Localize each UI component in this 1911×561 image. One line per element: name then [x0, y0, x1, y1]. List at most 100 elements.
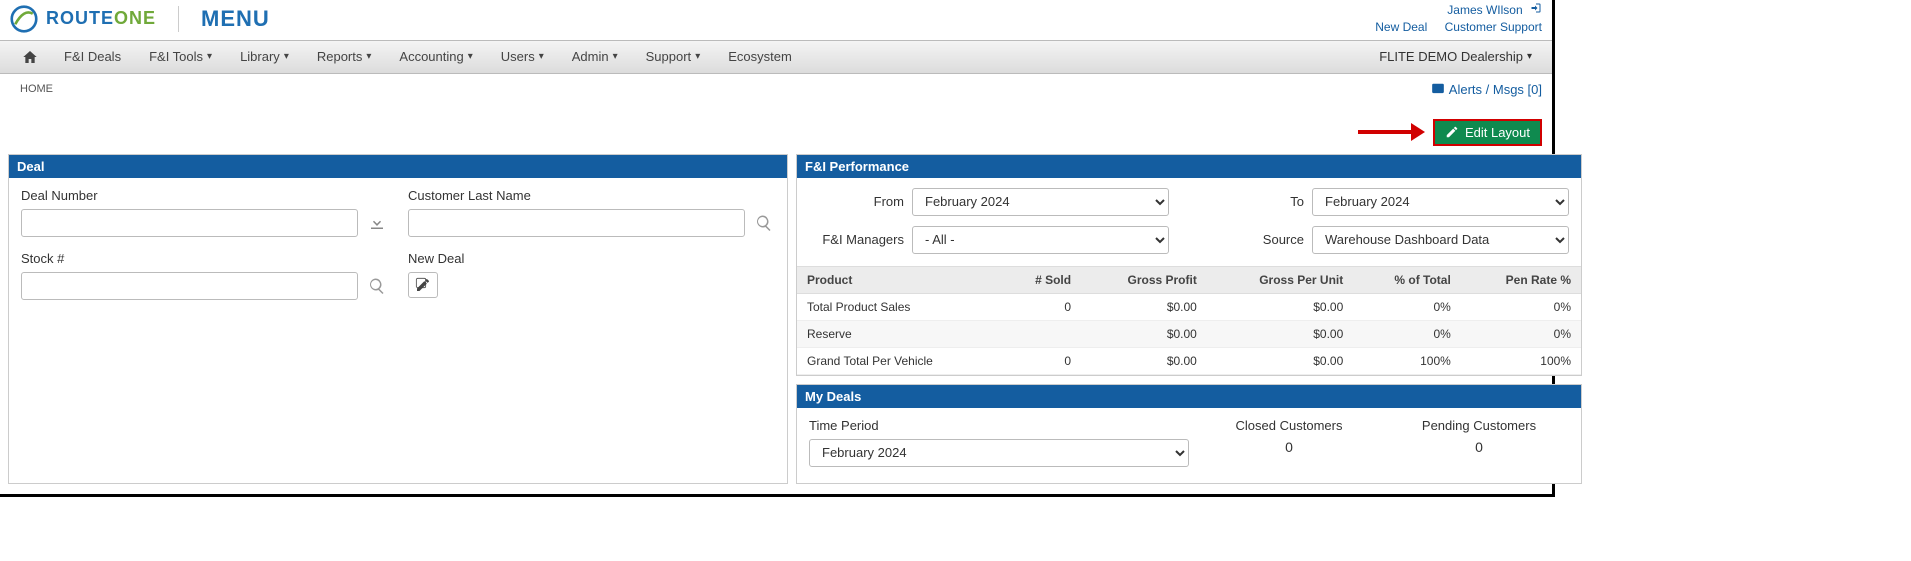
breadcrumb: HOME [20, 83, 53, 95]
source-label: Source [1209, 232, 1304, 247]
new-deal-button[interactable] [408, 272, 438, 298]
to-label: To [1209, 194, 1304, 209]
cell: $0.00 [1081, 320, 1207, 347]
cell: 0 [1002, 347, 1081, 374]
deal-number-input[interactable] [21, 209, 358, 237]
user-name-link[interactable]: James WIlson [1447, 3, 1522, 17]
brand-suffix: ONE [114, 8, 156, 29]
header: ROUTEONE MENU James WIlson New Deal Cust… [0, 0, 1552, 40]
logout-icon[interactable] [1530, 3, 1542, 17]
nav-label: Library [240, 49, 280, 64]
dealership-selector[interactable]: FLITE DEMO Dealership ▾ [1369, 49, 1542, 64]
brand-prefix: ROUTE [46, 8, 114, 29]
cell [1002, 320, 1081, 347]
col-gross-unit: Gross Per Unit [1207, 266, 1353, 293]
nav-fi-deals[interactable]: F&I Deals [50, 41, 135, 73]
cell: $0.00 [1207, 293, 1353, 320]
source-select[interactable]: Warehouse Dashboard Data [1312, 226, 1569, 254]
cell: $0.00 [1081, 347, 1207, 374]
stock-label: Stock # [21, 251, 388, 266]
closed-customers-label: Closed Customers [1199, 418, 1379, 433]
mydeals-title: My Deals [797, 385, 1581, 408]
nav-ecosystem[interactable]: Ecosystem [714, 41, 806, 73]
pending-customers-value: 0 [1389, 439, 1569, 455]
nav-label: F&I Deals [64, 49, 121, 64]
cell: Total Product Sales [797, 293, 1002, 320]
edit-layout-button[interactable]: Edit Layout [1433, 119, 1542, 146]
performance-panel: F&I Performance From February 2024 To Fe… [796, 154, 1582, 376]
routeone-logo-icon [10, 5, 38, 33]
time-period-select[interactable]: February 2024 [809, 439, 1189, 467]
nav-label: Ecosystem [728, 49, 792, 64]
search-icon[interactable] [366, 275, 388, 297]
from-label: From [809, 194, 904, 209]
to-select[interactable]: February 2024 [1312, 188, 1569, 216]
managers-select[interactable]: - All - [912, 226, 1169, 254]
performance-table: Product # Sold Gross Profit Gross Per Un… [797, 266, 1581, 375]
managers-label: F&I Managers [809, 232, 904, 247]
edit-icon [1445, 125, 1459, 139]
cell: 0% [1461, 320, 1581, 347]
chevron-down-icon: ▾ [1527, 51, 1532, 62]
customer-label: Customer Last Name [408, 188, 775, 203]
nav-label: Users [501, 49, 535, 64]
alerts-label: Alerts / Msgs [0] [1449, 82, 1542, 97]
nav-fi-tools[interactable]: F&I Tools▾ [135, 41, 226, 73]
main-nav: F&I Deals F&I Tools▾ Library▾ Reports▾ A… [0, 40, 1552, 74]
chevron-down-icon: ▾ [539, 51, 544, 62]
download-icon[interactable] [366, 212, 388, 234]
chevron-down-icon: ▾ [366, 51, 371, 62]
nav-users[interactable]: Users ▾ [487, 41, 558, 73]
nav-label: Accounting [399, 49, 463, 64]
new-deal-link[interactable]: New Deal [1375, 20, 1427, 34]
nav-admin[interactable]: Admin▾ [558, 41, 632, 73]
cell: $0.00 [1207, 347, 1353, 374]
nav-reports[interactable]: Reports▾ [303, 41, 386, 73]
cell: $0.00 [1207, 320, 1353, 347]
new-deal-label: New Deal [408, 251, 775, 266]
table-row: Reserve $0.00 $0.00 0% 0% [797, 320, 1581, 347]
cell: 0% [1353, 320, 1461, 347]
dealership-name: FLITE DEMO Dealership [1379, 49, 1523, 64]
dashboard: Deal Deal Number Stock # [0, 154, 1552, 484]
time-period-label: Time Period [809, 418, 1189, 433]
edit-layout-label: Edit Layout [1465, 125, 1530, 140]
brand-text: ROUTEONE [46, 8, 156, 29]
right-column: F&I Performance From February 2024 To Fe… [796, 154, 1582, 484]
nav-library[interactable]: Library ▾ [226, 41, 303, 73]
nav-home[interactable] [10, 41, 50, 73]
brand-separator [178, 6, 179, 32]
nav-accounting[interactable]: Accounting ▾ [385, 41, 486, 73]
compose-icon [415, 277, 431, 293]
chevron-down-icon: ▾ [468, 51, 473, 62]
nav-label: Support [646, 49, 692, 64]
alerts-link[interactable]: Alerts / Msgs [0] [1431, 82, 1542, 97]
deal-panel-title: Deal [9, 155, 787, 178]
deal-panel: Deal Deal Number Stock # [8, 154, 788, 484]
pending-customers-label: Pending Customers [1389, 418, 1569, 433]
stock-input[interactable] [21, 272, 358, 300]
customer-support-link[interactable]: Customer Support [1445, 20, 1542, 34]
cell: Grand Total Per Vehicle [797, 347, 1002, 374]
app-title: MENU [201, 6, 270, 32]
cell: $0.00 [1081, 293, 1207, 320]
mydeals-panel: My Deals Time Period February 2024 Close… [796, 384, 1582, 484]
from-select[interactable]: February 2024 [912, 188, 1169, 216]
table-row: Total Product Sales 0 $0.00 $0.00 0% 0% [797, 293, 1581, 320]
home-icon [22, 49, 38, 65]
cell: Reserve [797, 320, 1002, 347]
chevron-down-icon: ▾ [207, 51, 212, 62]
customer-lastname-input[interactable] [408, 209, 745, 237]
performance-title: F&I Performance [797, 155, 1581, 178]
cell: 0% [1353, 293, 1461, 320]
annotation-arrow-icon [1358, 125, 1423, 139]
table-header-row: Product # Sold Gross Profit Gross Per Un… [797, 266, 1581, 293]
book-icon [1431, 82, 1445, 96]
chevron-down-icon: ▾ [284, 51, 289, 62]
nav-label: Admin [572, 49, 609, 64]
search-icon[interactable] [753, 212, 775, 234]
nav-label: Reports [317, 49, 363, 64]
nav-support[interactable]: Support▾ [632, 41, 715, 73]
cell: 100% [1461, 347, 1581, 374]
cell: 0 [1002, 293, 1081, 320]
